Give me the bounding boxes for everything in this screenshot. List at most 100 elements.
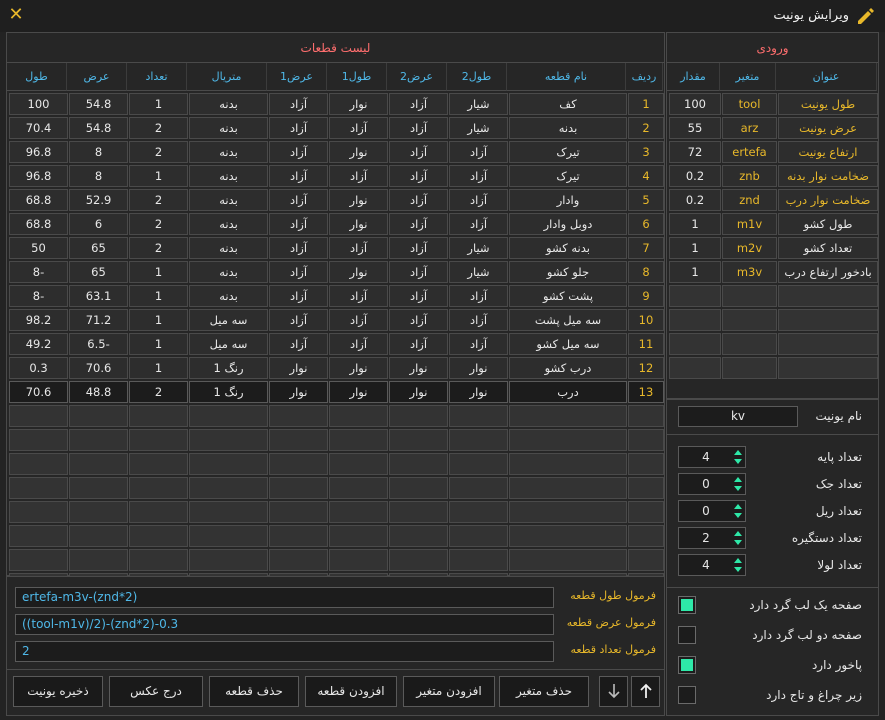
empty-cell[interactable] xyxy=(449,477,508,499)
empty-cell[interactable] xyxy=(69,429,128,451)
table-cell[interactable]: آزاد xyxy=(269,237,328,259)
table-cell[interactable]: 96.8 xyxy=(9,141,68,163)
count-value[interactable]: 4 xyxy=(679,555,733,575)
table-cell[interactable]: آزاد xyxy=(329,285,388,307)
input-title-cell[interactable]: بادخور ارتفاع درب xyxy=(778,261,878,283)
table-cell[interactable]: نوار xyxy=(329,189,388,211)
empty-cell[interactable] xyxy=(389,405,448,427)
empty-cell[interactable] xyxy=(329,525,388,547)
width-formula-input[interactable]: ((tool-m1v)/2)-(znd*2)-0.3 xyxy=(15,614,554,635)
table-cell[interactable]: نوار xyxy=(269,381,328,403)
table-cell[interactable]: آزاد xyxy=(269,141,328,163)
table-cell[interactable]: آزاد xyxy=(389,117,448,139)
input-value-cell[interactable]: 100 xyxy=(669,93,721,115)
empty-cell[interactable] xyxy=(9,477,68,499)
count-value[interactable]: 4 xyxy=(679,447,733,467)
row-number-cell[interactable]: 3 xyxy=(628,141,664,163)
table-cell[interactable]: بدنه xyxy=(189,237,268,259)
count-spinner[interactable]: 4 xyxy=(678,554,746,576)
row-number-cell[interactable]: 1 xyxy=(628,93,664,115)
empty-cell[interactable] xyxy=(9,525,68,547)
input-variable-cell[interactable]: m2v xyxy=(722,237,777,259)
table-cell[interactable]: شیار xyxy=(449,93,508,115)
table-cell[interactable]: آزاد xyxy=(269,261,328,283)
empty-cell[interactable] xyxy=(269,477,328,499)
empty-cell[interactable] xyxy=(269,525,328,547)
table-cell[interactable]: نوار xyxy=(329,261,388,283)
count-value[interactable]: 2 xyxy=(679,528,733,548)
insert-image-button[interactable]: درج عکس xyxy=(109,676,203,707)
input-variable-cell[interactable]: tool xyxy=(722,93,777,115)
table-cell[interactable]: 50 xyxy=(9,237,68,259)
table-cell[interactable]: 2 xyxy=(129,189,188,211)
table-cell[interactable]: نوار xyxy=(329,213,388,235)
empty-cell[interactable] xyxy=(129,429,188,451)
input-title-cell[interactable]: ضخامت نوار بدنه xyxy=(778,165,878,187)
table-cell[interactable]: 100 xyxy=(9,93,68,115)
table-cell[interactable]: -8 xyxy=(9,261,68,283)
add-part-button[interactable]: افزودن قطعه xyxy=(305,676,397,707)
input-value-cell[interactable]: 0.2 xyxy=(669,189,721,211)
table-cell[interactable]: بدنه xyxy=(189,93,268,115)
table-cell[interactable]: 6 xyxy=(69,213,128,235)
input-value-cell[interactable]: 1 xyxy=(669,237,721,259)
empty-cell[interactable] xyxy=(329,453,388,475)
unit-name-input[interactable]: kv xyxy=(678,406,798,427)
table-cell[interactable]: آزاد xyxy=(269,285,328,307)
table-cell[interactable]: تیرک xyxy=(509,141,627,163)
spinner-down-icon[interactable] xyxy=(733,485,743,492)
table-cell[interactable]: -6.5 xyxy=(69,333,128,355)
empty-cell[interactable] xyxy=(628,549,664,571)
input-variable-cell[interactable]: m1v xyxy=(722,213,777,235)
table-cell[interactable]: سه میل کشو xyxy=(509,333,627,355)
table-cell[interactable]: نوار xyxy=(389,357,448,379)
empty-cell[interactable] xyxy=(129,477,188,499)
empty-cell[interactable] xyxy=(189,525,268,547)
table-cell[interactable]: بدنه xyxy=(189,141,268,163)
table-cell[interactable]: 49.2 xyxy=(9,333,68,355)
count-value[interactable]: 0 xyxy=(679,501,733,521)
table-cell[interactable]: آزاد xyxy=(329,165,388,187)
table-cell[interactable]: شیار xyxy=(449,117,508,139)
table-cell[interactable]: بدنه xyxy=(189,261,268,283)
empty-cell[interactable] xyxy=(449,525,508,547)
input-title-cell[interactable]: ضخامت نوار درب xyxy=(778,189,878,211)
empty-cell[interactable] xyxy=(9,453,68,475)
table-cell[interactable]: نوار xyxy=(389,381,448,403)
option-checkbox[interactable] xyxy=(678,686,696,704)
table-cell[interactable]: نوار xyxy=(329,93,388,115)
table-cell[interactable]: 70.6 xyxy=(69,357,128,379)
empty-cell[interactable] xyxy=(722,333,777,355)
table-cell[interactable]: 2 xyxy=(129,381,188,403)
table-cell[interactable]: آزاد xyxy=(389,333,448,355)
table-cell[interactable]: آزاد xyxy=(329,237,388,259)
table-cell[interactable]: جلو کشو xyxy=(509,261,627,283)
table-cell[interactable]: 1 xyxy=(129,93,188,115)
empty-cell[interactable] xyxy=(628,501,664,523)
empty-cell[interactable] xyxy=(9,429,68,451)
empty-cell[interactable] xyxy=(509,453,627,475)
length-formula-input[interactable]: ertefa-m3v-(znd*2) xyxy=(15,587,554,608)
empty-cell[interactable] xyxy=(189,453,268,475)
input-variable-cell[interactable]: m3v xyxy=(722,261,777,283)
count-spinner[interactable]: 2 xyxy=(678,527,746,549)
table-cell[interactable]: نوار xyxy=(449,381,508,403)
input-value-cell[interactable]: 0.2 xyxy=(669,165,721,187)
table-cell[interactable]: 70.6 xyxy=(9,381,68,403)
spinner-up-icon[interactable] xyxy=(733,530,743,537)
table-cell[interactable]: آزاد xyxy=(449,333,508,355)
delete-variable-button[interactable]: حذف متغیر xyxy=(499,676,589,707)
empty-cell[interactable] xyxy=(778,309,878,331)
table-cell[interactable]: 2 xyxy=(129,213,188,235)
spinner-up-icon[interactable] xyxy=(733,503,743,510)
empty-cell[interactable] xyxy=(9,405,68,427)
row-number-cell[interactable]: 10 xyxy=(628,309,664,331)
input-title-cell[interactable]: تعداد کشو xyxy=(778,237,878,259)
row-number-cell[interactable]: 7 xyxy=(628,237,664,259)
empty-cell[interactable] xyxy=(669,333,721,355)
table-cell[interactable]: 70.4 xyxy=(9,117,68,139)
empty-cell[interactable] xyxy=(129,405,188,427)
table-cell[interactable]: 68.8 xyxy=(9,213,68,235)
input-value-cell[interactable]: 55 xyxy=(669,117,721,139)
empty-cell[interactable] xyxy=(189,549,268,571)
